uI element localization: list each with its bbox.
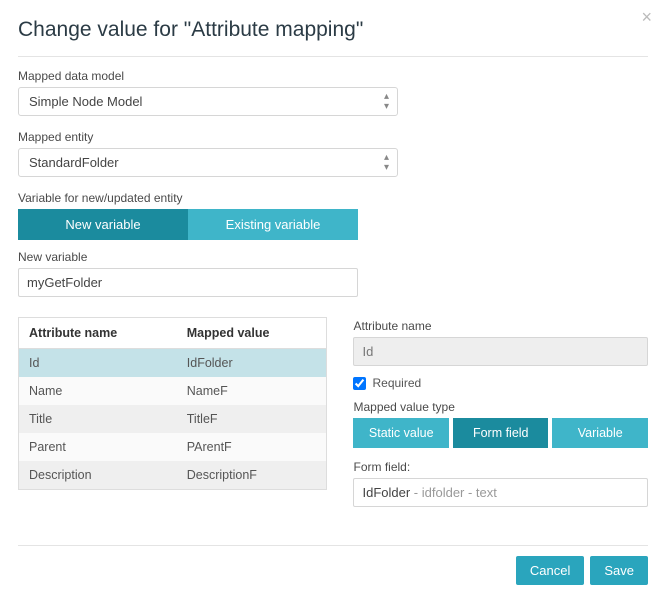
- cell-mapped: TitleF: [177, 405, 327, 433]
- select-entity[interactable]: StandardFolder ▴▾: [18, 148, 398, 177]
- variable-button[interactable]: Variable: [552, 418, 648, 448]
- label-new-variable: New variable: [18, 250, 648, 264]
- variable-toggle-group: New variable Existing variable: [18, 209, 648, 240]
- th-attribute-name: Attribute name: [19, 318, 177, 349]
- dialog-title: Change value for "Attribute mapping": [18, 18, 648, 42]
- cell-attr: Id: [19, 349, 177, 378]
- table-row[interactable]: TitleTitleF: [19, 405, 327, 433]
- new-variable-input[interactable]: [18, 268, 358, 297]
- label-mapped-value-type: Mapped value type: [353, 400, 648, 414]
- attribute-name-input: [353, 337, 648, 366]
- updown-icon: ▴▾: [384, 92, 389, 112]
- label-required: Required: [372, 376, 421, 390]
- cell-attr: Parent: [19, 433, 177, 461]
- footer: Cancel Save: [18, 545, 648, 585]
- cancel-button[interactable]: Cancel: [516, 556, 584, 585]
- th-mapped-value: Mapped value: [177, 318, 327, 349]
- table-row[interactable]: NameNameF: [19, 377, 327, 405]
- select-data-model-value: Simple Node Model: [29, 94, 142, 109]
- modal: × Change value for "Attribute mapping" M…: [0, 0, 666, 597]
- cell-mapped: PArentF: [177, 433, 327, 461]
- cell-mapped: IdFolder: [177, 349, 327, 378]
- cell-attr: Description: [19, 461, 177, 490]
- existing-variable-button[interactable]: Existing variable: [188, 209, 358, 240]
- attribute-table: Attribute name Mapped value IdIdFolderNa…: [18, 317, 327, 490]
- table-row[interactable]: DescriptionDescriptionF: [19, 461, 327, 490]
- cell-mapped: NameF: [177, 377, 327, 405]
- form-field-value: IdFolder: [362, 485, 410, 500]
- static-value-button[interactable]: Static value: [353, 418, 449, 448]
- close-icon[interactable]: ×: [641, 8, 652, 26]
- divider: [18, 56, 648, 57]
- updown-icon: ▴▾: [384, 153, 389, 173]
- cell-attr: Name: [19, 377, 177, 405]
- table-row[interactable]: IdIdFolder: [19, 349, 327, 378]
- value-type-group: Static value Form field Variable: [353, 418, 648, 448]
- new-variable-button[interactable]: New variable: [18, 209, 188, 240]
- required-checkbox[interactable]: [353, 377, 366, 390]
- save-button[interactable]: Save: [590, 556, 648, 585]
- form-field-button[interactable]: Form field: [453, 418, 549, 448]
- label-variable-for: Variable for new/updated entity: [18, 191, 648, 205]
- select-entity-value: StandardFolder: [29, 155, 119, 170]
- table-row[interactable]: ParentPArentF: [19, 433, 327, 461]
- label-mapped-data-model: Mapped data model: [18, 69, 648, 83]
- form-field-select[interactable]: IdFolder - idfolder - text: [353, 478, 648, 507]
- label-attribute-name: Attribute name: [353, 319, 648, 333]
- form-field-suffix: - idfolder - text: [410, 485, 497, 500]
- label-form-field: Form field:: [353, 460, 648, 474]
- cell-attr: Title: [19, 405, 177, 433]
- select-data-model[interactable]: Simple Node Model ▴▾: [18, 87, 398, 116]
- cell-mapped: DescriptionF: [177, 461, 327, 490]
- label-mapped-entity: Mapped entity: [18, 130, 648, 144]
